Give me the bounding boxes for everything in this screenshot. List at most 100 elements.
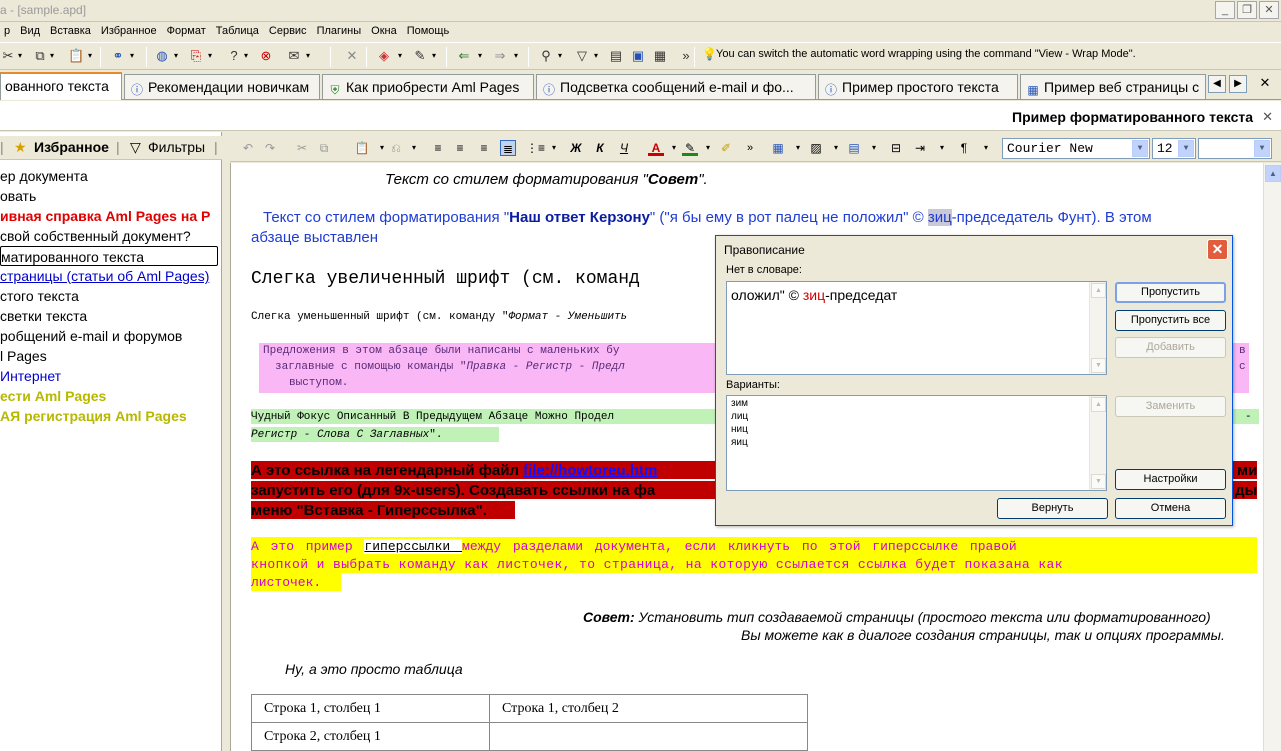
filter-icon[interactable]: ▽ [574,48,590,64]
tree-item[interactable]: l Pages [0,346,222,366]
skip-all-button[interactable]: Пропустить все [1115,310,1226,331]
close-button[interactable]: ✕ [1259,1,1279,19]
spellcheck-icon[interactable]: ⎘ [188,48,204,64]
menu-edit[interactable]: р [0,23,16,41]
tree-item[interactable]: светки текста [0,306,222,326]
file-link[interactable]: file://howtoreu.htm [523,462,657,479]
highlight-color-icon[interactable]: ✎ [682,140,698,156]
delete-icon[interactable]: ⊗ [258,48,274,64]
list-item[interactable]: лиц [731,411,748,422]
table-cell[interactable] [489,722,808,751]
font-size-select[interactable]: 12 ▼ [1152,138,1196,159]
indent-icon[interactable]: ⇥ [912,140,928,156]
pilcrow-icon[interactable]: ¶ [956,140,972,156]
tree-item[interactable]: ивная справка Aml Pages на Р [0,206,222,226]
favorites-tab[interactable]: Избранное [34,139,109,155]
tab-beginners[interactable]: ⓘ Рекомендации новичкам [124,74,320,99]
format-painter-icon[interactable]: ⎌ [388,140,404,156]
chevron-down-icon[interactable]: ▾ [208,51,214,60]
underline-button[interactable]: Ч [616,140,632,156]
inner-hyperlink[interactable]: гиперссылки [364,539,463,554]
chevron-down-icon[interactable]: ▾ [978,140,994,156]
context-scrollbar[interactable]: ▲ ▼ [1089,282,1106,374]
clear-format-icon[interactable]: ✐ [718,140,734,156]
chevron-down-icon[interactable]: ▾ [546,140,562,156]
menu-service[interactable]: Сервис [265,23,313,41]
page-view-icon[interactable]: ▣ [630,48,646,64]
context-text-box[interactable]: оложил" © зиц-председат ▲ ▼ [726,281,1107,375]
scroll-up-button[interactable]: ▲ [1265,165,1281,182]
chevron-down-icon[interactable]: ▾ [130,51,136,60]
align-center-icon[interactable]: ≡ [452,140,468,156]
scroll-down-button[interactable]: ▼ [1091,474,1106,489]
close-page-icon[interactable]: ✕ [1262,109,1273,125]
link-icon[interactable]: ⚭ [110,48,126,64]
restore-button[interactable]: ❐ [1237,1,1257,19]
tab-scroll-left-button[interactable]: ◀ [1208,75,1226,93]
chevron-down-icon[interactable]: ▾ [558,51,564,60]
tree-item[interactable]: свой собственный документ? [0,226,222,246]
menu-format[interactable]: Формат [163,23,212,41]
justify-icon[interactable]: ≣ [500,140,516,156]
close-tab-icon[interactable]: ✕ [1256,75,1274,93]
menu-favorites[interactable]: Избранное [97,23,163,41]
chevron-down-icon[interactable]: ▾ [306,51,312,60]
chevron-down-icon[interactable]: ▾ [432,51,438,60]
chevron-down-icon[interactable]: ▾ [406,140,422,156]
list-item[interactable]: зим [731,398,748,409]
tab-buy[interactable]: ⛨ Как приобрести Aml Pages [322,74,534,99]
redo-icon[interactable]: ↷ [262,140,278,156]
menu-help[interactable]: Помощь [403,23,456,41]
align-left-icon[interactable]: ≡ [430,140,446,156]
chevron-down-icon[interactable]: ▾ [934,140,950,156]
settings-button[interactable]: Настройки [1115,469,1226,490]
table-cell[interactable]: Строка 1, столбец 1 [251,694,490,723]
calendar-icon[interactable]: ▦ [770,140,786,156]
revert-button[interactable]: Вернуть [997,498,1108,519]
tree-item[interactable]: ести Aml Pages [0,386,222,406]
tab-highlight[interactable]: ⓘ Подсветка сообщений e-mail и фо... [536,74,816,99]
forward-icon[interactable]: ⇒ [492,48,508,64]
scroll-down-button[interactable]: ▼ [1091,358,1106,373]
skip-button[interactable]: Пропустить [1115,282,1226,303]
more-icon[interactable]: » [678,48,694,64]
chevron-down-icon[interactable]: ▼ [1178,140,1194,157]
list-item[interactable]: ниц [731,424,748,435]
chevron-down-icon[interactable]: ▼ [1132,140,1148,157]
cancel-button[interactable]: Отмена [1115,498,1226,519]
chevron-down-icon[interactable]: ▾ [700,140,716,156]
dialog-close-button[interactable]: ✕ [1207,239,1228,260]
list-item[interactable]: яиц [731,437,748,448]
tree-item[interactable]: овать [0,186,222,206]
variants-scrollbar[interactable]: ▲ ▼ [1089,396,1106,490]
tag-icon[interactable]: ◈ [376,48,392,64]
tree-item[interactable]: АЯ регистрация Aml Pages [0,406,222,426]
layout-icon[interactable]: ▦ [652,48,668,64]
tab-scroll-right-button[interactable]: ▶ [1229,75,1247,93]
table-cell[interactable]: Строка 1, столбец 2 [489,694,808,723]
chevron-down-icon[interactable]: ▾ [478,51,484,60]
find-icon[interactable]: ⚲ [538,48,554,64]
minimize-button[interactable]: _ [1215,1,1235,19]
italic-button[interactable]: К [592,140,608,156]
list-icon[interactable]: ⋮≡ [526,140,545,156]
cut-icon[interactable]: ✂ [0,48,16,64]
chevron-down-icon[interactable]: ▼ [1254,140,1270,157]
tab-plain-text[interactable]: ⓘ Пример простого текста [818,74,1018,99]
chevron-down-icon[interactable]: ▾ [594,51,600,60]
chevron-down-icon[interactable]: ▾ [866,140,882,156]
bold-button[interactable]: Ж [568,140,584,156]
mail-icon[interactable]: ✉ [286,48,302,64]
paste-icon[interactable]: 📋 [68,48,84,64]
tree-item[interactable]: робщений e-mail и форумов [0,326,222,346]
paragraph-format-icon[interactable]: ⊟ [888,140,904,156]
tree-item[interactable]: матированного текста [0,246,218,266]
cut-icon[interactable]: ✂ [294,140,310,156]
undo-icon[interactable]: ↶ [240,140,256,156]
chevron-down-icon[interactable]: ▾ [244,51,250,60]
add-button[interactable]: Добавить [1115,337,1226,358]
more-icon[interactable]: » [742,140,758,156]
help-icon[interactable]: ? [226,48,242,64]
image-icon[interactable]: ▨ [808,140,824,156]
chevron-down-icon[interactable]: ▾ [398,51,404,60]
